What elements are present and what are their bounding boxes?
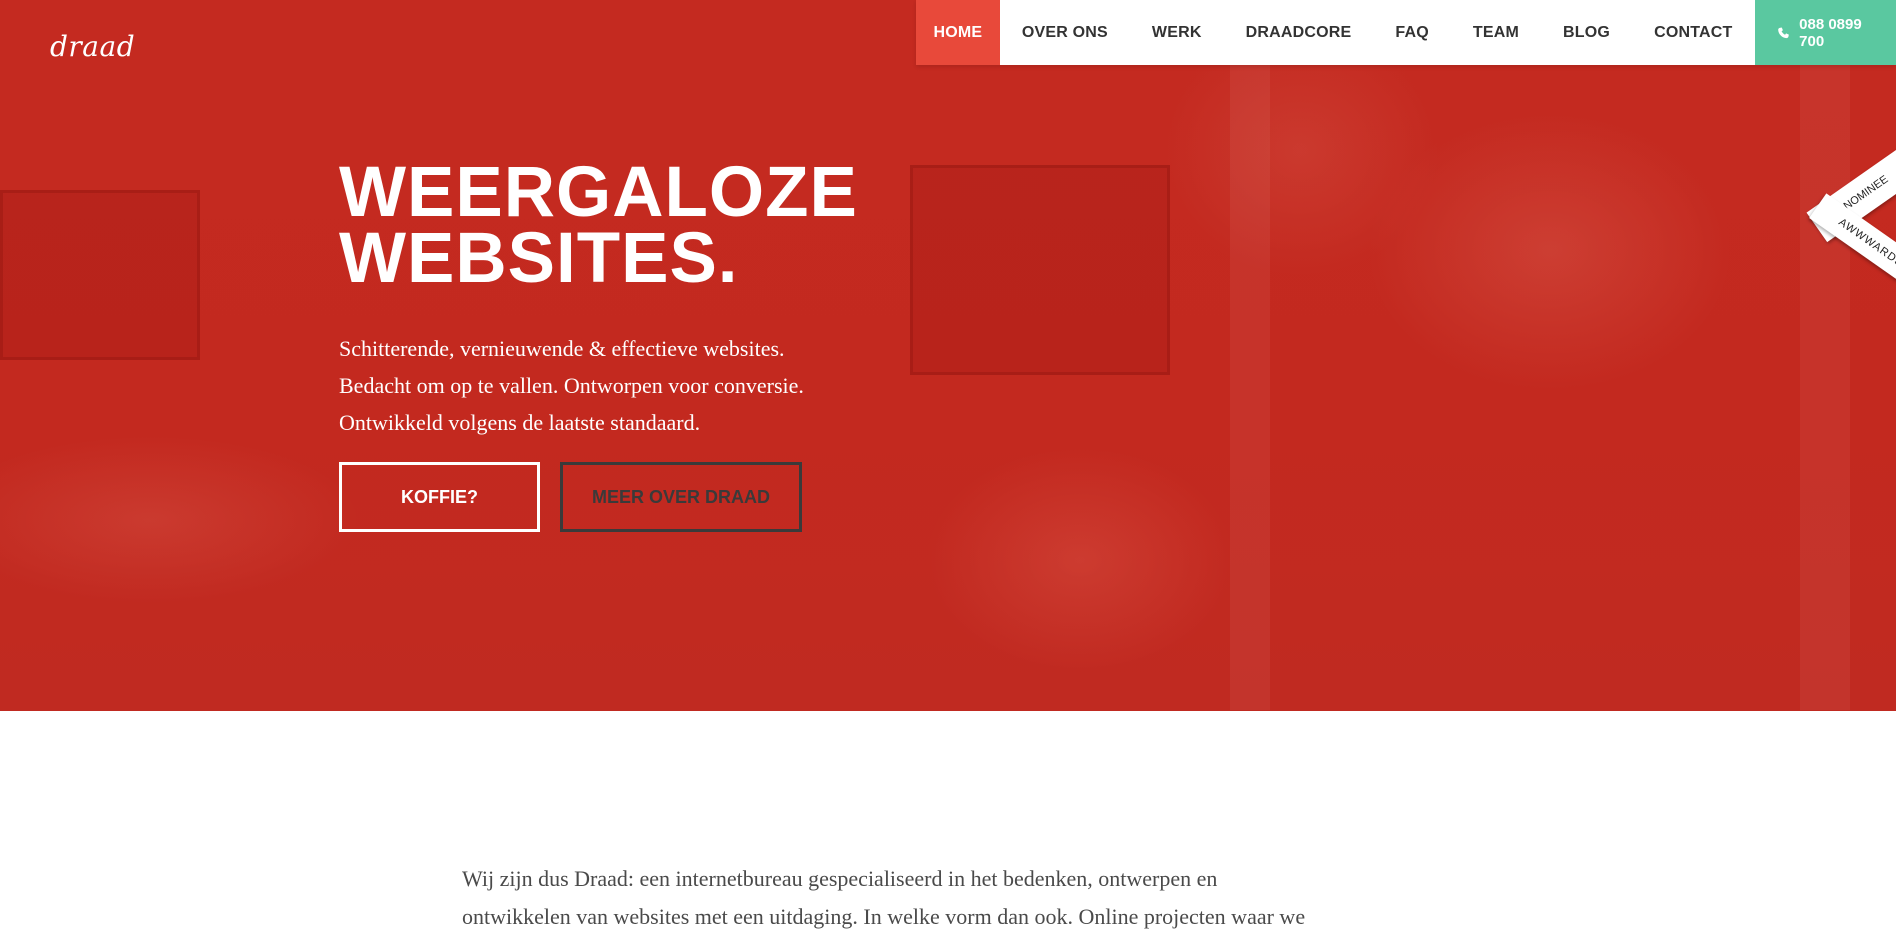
phone-icon xyxy=(1777,26,1789,38)
nav-item-contact[interactable]: CONTACT xyxy=(1632,0,1754,65)
logo[interactable]: draad xyxy=(50,30,135,63)
nav-item-draadcore[interactable]: DRAADCORE xyxy=(1224,0,1374,65)
phone-number: 088 0899 700 xyxy=(1799,15,1862,50)
background-window xyxy=(910,165,1170,375)
main-nav: HOME OVER ONS WERK DRAADCORE FAQ TEAM BL… xyxy=(916,0,1896,65)
phone-button[interactable]: 088 0899 700 xyxy=(1754,0,1896,65)
nav-item-werk[interactable]: WERK xyxy=(1130,0,1224,65)
hero-headline-line: WEBSITES. xyxy=(339,219,739,298)
hero-headline: WEERGALOZE WEBSITES. xyxy=(339,153,939,298)
background-column xyxy=(1800,60,1850,710)
meer-over-draad-button[interactable]: MEER OVER DRAAD xyxy=(560,462,802,532)
background-window xyxy=(0,190,200,360)
hero-section: draad WEERGALOZE WEBSITES. Schitterende,… xyxy=(0,0,1896,711)
hero-subtext: Schitterende, vernieuwende & effectieve … xyxy=(339,330,939,441)
hero-subtext-line: Bedacht om op te vallen. Ontworpen voor … xyxy=(339,373,804,398)
background-column xyxy=(1230,60,1270,710)
intro-line: ontwikkelen van websites met een uitdagi… xyxy=(462,904,1306,929)
hero-headline-line: WEERGALOZE xyxy=(339,153,858,232)
nav-item-over-ons[interactable]: OVER ONS xyxy=(1000,0,1130,65)
hero-subtext-line: Schitterende, vernieuwende & effectieve … xyxy=(339,336,785,361)
koffie-button[interactable]: KOFFIE? xyxy=(339,462,540,532)
intro-line: Wij zijn dus Draad: een internetbureau g… xyxy=(462,866,1218,891)
nav-item-blog[interactable]: BLOG xyxy=(1541,0,1632,65)
nav-item-home[interactable]: HOME xyxy=(916,0,1000,65)
hero-subtext-line: Ontwikkeld volgens de laatste standaard. xyxy=(339,410,701,435)
intro-text: Wij zijn dus Draad: een internetbureau g… xyxy=(462,860,1442,936)
nav-item-team[interactable]: TEAM xyxy=(1451,0,1541,65)
nav-item-faq[interactable]: FAQ xyxy=(1373,0,1451,65)
